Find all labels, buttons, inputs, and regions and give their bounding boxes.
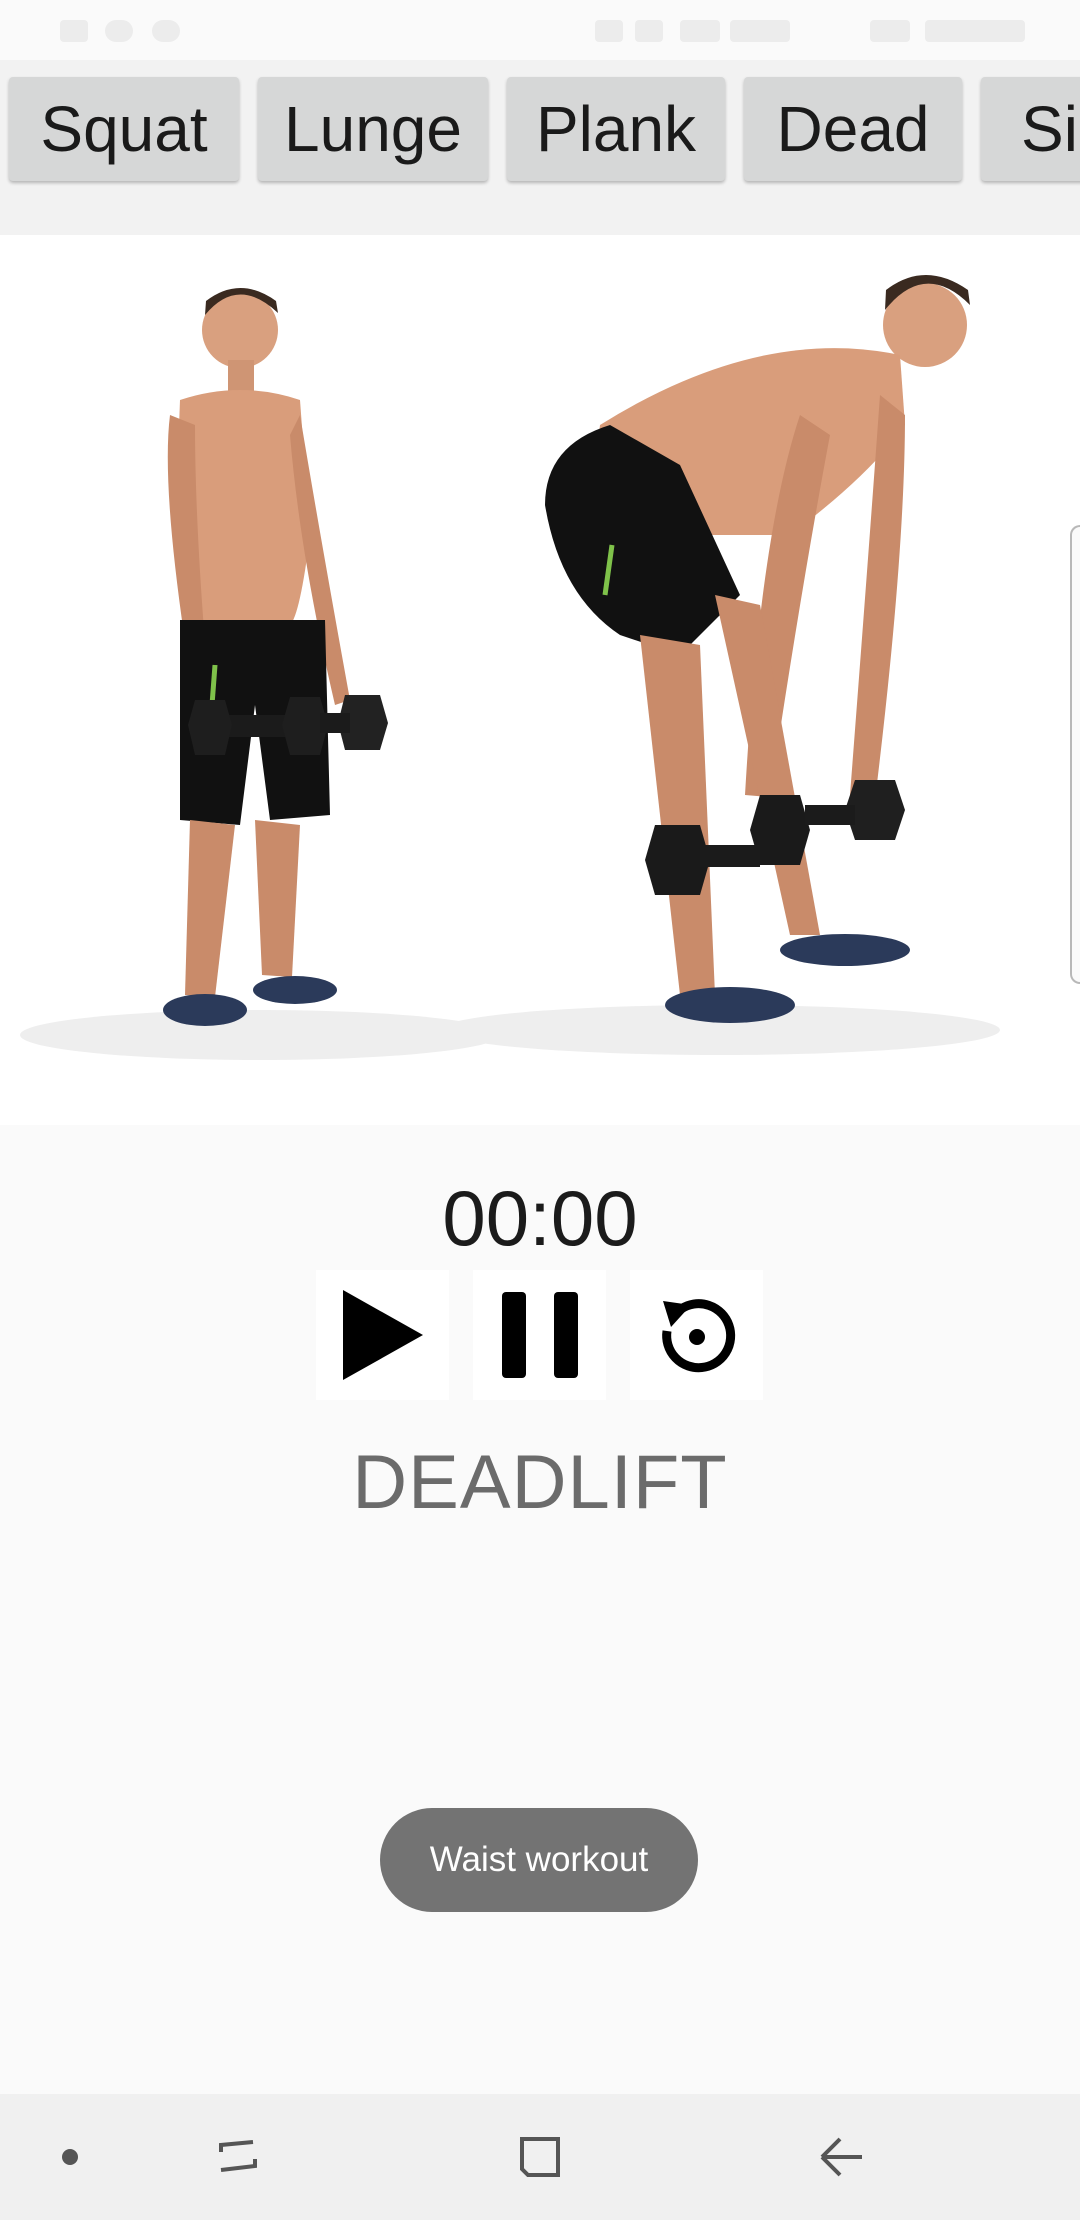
exercise-illustration [0, 235, 1080, 1125]
recents-icon [219, 2140, 257, 2172]
exercise-tab-bar: Squat Lunge Plank Dead Si [0, 60, 1080, 235]
deadlift-illustration [20, 275, 1000, 1060]
tab-squat[interactable]: Squat [9, 77, 239, 181]
tab-plank[interactable]: Plank [507, 77, 725, 181]
signal-icon [680, 20, 720, 42]
pause-button[interactable] [473, 1270, 606, 1400]
dot-icon [62, 2149, 78, 2165]
tab-next[interactable]: Si [981, 77, 1080, 181]
edge-panel-handle[interactable] [1070, 525, 1080, 984]
back-icon [820, 2137, 862, 2177]
replay-icon [661, 1299, 735, 1373]
bent-figure [545, 275, 970, 1023]
signal-icon [730, 20, 790, 42]
status-bar [0, 0, 1080, 60]
reset-button[interactable] [630, 1270, 763, 1400]
play-button[interactable] [316, 1270, 449, 1400]
notification-icon [105, 20, 133, 42]
standing-figure [163, 288, 388, 1026]
exercise-title: DEADLIFT [352, 1440, 728, 1525]
tab-lunge[interactable]: Lunge [258, 77, 488, 181]
toast-message: Waist workout [380, 1808, 698, 1912]
home-icon [520, 2137, 560, 2177]
home-button[interactable] [470, 2094, 610, 2220]
timer-display: 00:00 [442, 1174, 638, 1262]
notification-icon [60, 20, 88, 42]
clock-icon [925, 20, 1025, 42]
play-icon [342, 1290, 423, 1380]
notification-icon [152, 20, 180, 42]
tab-deadlift[interactable]: Dead [744, 77, 962, 181]
battery-icon [870, 20, 910, 42]
alarm-icon [635, 20, 663, 42]
system-nav-bar [0, 2094, 1080, 2220]
back-button[interactable] [772, 2094, 912, 2220]
nav-dot-button[interactable] [0, 2094, 140, 2220]
mute-icon [595, 20, 623, 42]
pause-icon [501, 1292, 578, 1378]
recents-button[interactable] [168, 2094, 308, 2220]
